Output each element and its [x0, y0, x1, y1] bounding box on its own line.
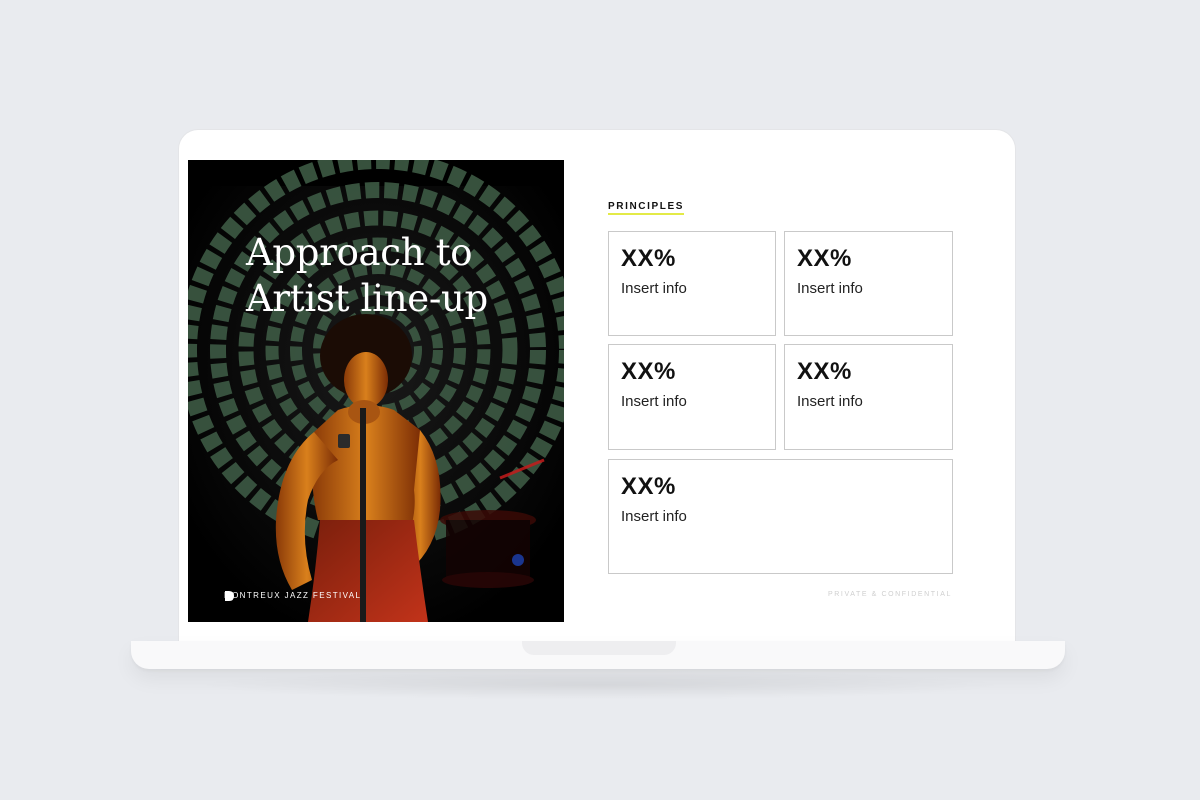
brand-logo-icon: [225, 591, 234, 601]
laptop-shadow: [190, 670, 1010, 700]
hero-title-line1: Approach to: [246, 231, 473, 274]
stat-info: Insert info: [797, 280, 863, 297]
hero-photo-panel: Approach to Artist line-up MONTREUX JAZZ…: [188, 160, 564, 622]
brand-lockup: MONTREUX JAZZ FESTIVAL: [224, 591, 362, 601]
hero-title-line2: Artist line-up: [246, 277, 488, 320]
stat-value: XX%: [797, 358, 852, 385]
stat-info: Insert info: [621, 393, 687, 410]
stat-card-4: XX% Insert info: [784, 344, 953, 450]
stat-card-5: XX% Insert info: [608, 459, 953, 574]
stat-value: XX%: [621, 473, 676, 500]
stat-card-2: XX% Insert info: [784, 231, 953, 336]
stat-info: Insert info: [621, 280, 687, 297]
stat-value: XX%: [621, 245, 676, 272]
stat-value: XX%: [797, 245, 852, 272]
stat-info: Insert info: [621, 508, 687, 525]
stat-info: Insert info: [797, 393, 863, 410]
confidential-note: PRIVATE & CONFIDENTIAL: [827, 591, 952, 598]
laptop-notch: [522, 641, 676, 655]
stat-value: XX%: [621, 358, 676, 385]
stat-card-3: XX% Insert info: [608, 344, 776, 450]
brand-name: MONTREUX JAZZ FESTIVAL: [224, 591, 362, 600]
hero-title: Approach to Artist line-up: [246, 230, 546, 322]
section-label: PRINCIPLES: [608, 201, 685, 215]
stat-card-1: XX% Insert info: [608, 231, 776, 336]
